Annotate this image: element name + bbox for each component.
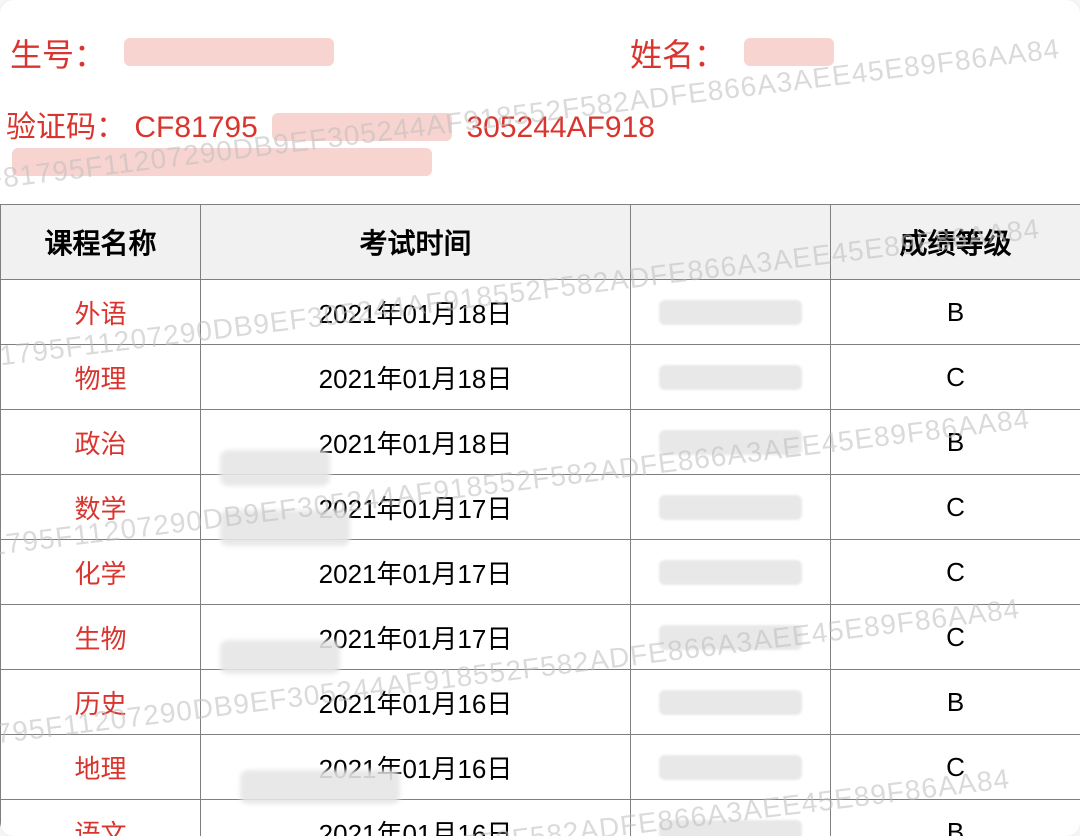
cell-date: 2021年01月16日 bbox=[201, 670, 631, 735]
table-row: 物理2021年01月18日 C bbox=[1, 345, 1080, 410]
col-date: 考试时间 bbox=[201, 205, 631, 280]
redaction-smear bbox=[744, 38, 834, 66]
verify-value-part2: 305244AF918 bbox=[466, 111, 655, 144]
cell-course: 物理 bbox=[1, 345, 201, 410]
table-row: 地理2021年01月16日 C bbox=[1, 735, 1080, 800]
cell-course: 地理 bbox=[1, 735, 201, 800]
redaction-smear bbox=[124, 38, 334, 66]
cell-grade: C bbox=[831, 605, 1080, 670]
table-row: 政治2021年01月18日 B bbox=[1, 410, 1080, 475]
student-info: 生号： 姓名： bbox=[0, 0, 1080, 102]
cell-redacted bbox=[631, 345, 831, 410]
table-row: 语文2021年01月16日 B bbox=[1, 800, 1080, 836]
cell-grade: B bbox=[831, 800, 1080, 836]
cell-date: 2021年01月17日 bbox=[201, 475, 631, 540]
cell-date: 2021年01月18日 bbox=[201, 410, 631, 475]
cell-course: 语文 bbox=[1, 800, 201, 836]
cell-grade: B bbox=[831, 410, 1080, 475]
cell-grade: C bbox=[831, 735, 1080, 800]
cell-course: 数学 bbox=[1, 475, 201, 540]
cell-grade: B bbox=[831, 280, 1080, 345]
cell-course: 生物 bbox=[1, 605, 201, 670]
score-card: 生号： 姓名： 验证码： CF81795 305244AF918 课程名称 考试… bbox=[0, 0, 1080, 836]
col-hidden bbox=[631, 205, 831, 280]
cell-course: 政治 bbox=[1, 410, 201, 475]
cell-redacted bbox=[631, 475, 831, 540]
verify-code-row: 验证码： CF81795 305244AF918 bbox=[0, 102, 1080, 204]
table-row: 历史2021年01月16日 B bbox=[1, 670, 1080, 735]
cell-date: 2021年01月16日 bbox=[201, 800, 631, 836]
cell-redacted bbox=[631, 605, 831, 670]
grades-table: 课程名称 考试时间 成绩等级 外语2021年01月18日B物理2021年01月1… bbox=[0, 204, 1080, 836]
cell-grade: B bbox=[831, 670, 1080, 735]
cell-course: 化学 bbox=[1, 540, 201, 605]
cell-date: 2021年01月18日 bbox=[201, 345, 631, 410]
table-header-row: 课程名称 考试时间 成绩等级 bbox=[1, 205, 1080, 280]
table-row: 化学2021年01月17日 C bbox=[1, 540, 1080, 605]
cell-redacted bbox=[631, 800, 831, 836]
redaction-smear bbox=[272, 113, 452, 141]
table-row: 外语2021年01月18日 B bbox=[1, 280, 1080, 345]
cell-grade: C bbox=[831, 345, 1080, 410]
cell-redacted bbox=[631, 540, 831, 605]
cell-redacted bbox=[631, 410, 831, 475]
cell-date: 2021年01月18日 bbox=[201, 280, 631, 345]
table-row: 数学2021年01月17日 C bbox=[1, 475, 1080, 540]
table-row: 生物2021年01月17日 C bbox=[1, 605, 1080, 670]
cell-redacted bbox=[631, 280, 831, 345]
student-id-label: 生号： bbox=[10, 28, 106, 82]
cell-course: 历史 bbox=[1, 670, 201, 735]
cell-date: 2021年01月17日 bbox=[201, 540, 631, 605]
cell-course: 外语 bbox=[1, 280, 201, 345]
name-label: 姓名： bbox=[630, 28, 726, 82]
verify-value-part1: CF81795 bbox=[134, 111, 257, 144]
col-course: 课程名称 bbox=[1, 205, 201, 280]
cell-redacted bbox=[631, 735, 831, 800]
cell-redacted bbox=[631, 670, 831, 735]
cell-date: 2021年01月16日 bbox=[201, 735, 631, 800]
cell-grade: C bbox=[831, 475, 1080, 540]
cell-date: 2021年01月17日 bbox=[201, 605, 631, 670]
verify-label: 验证码： bbox=[6, 111, 126, 144]
col-grade: 成绩等级 bbox=[831, 205, 1080, 280]
cell-grade: C bbox=[831, 540, 1080, 605]
redaction-smear bbox=[12, 148, 432, 176]
